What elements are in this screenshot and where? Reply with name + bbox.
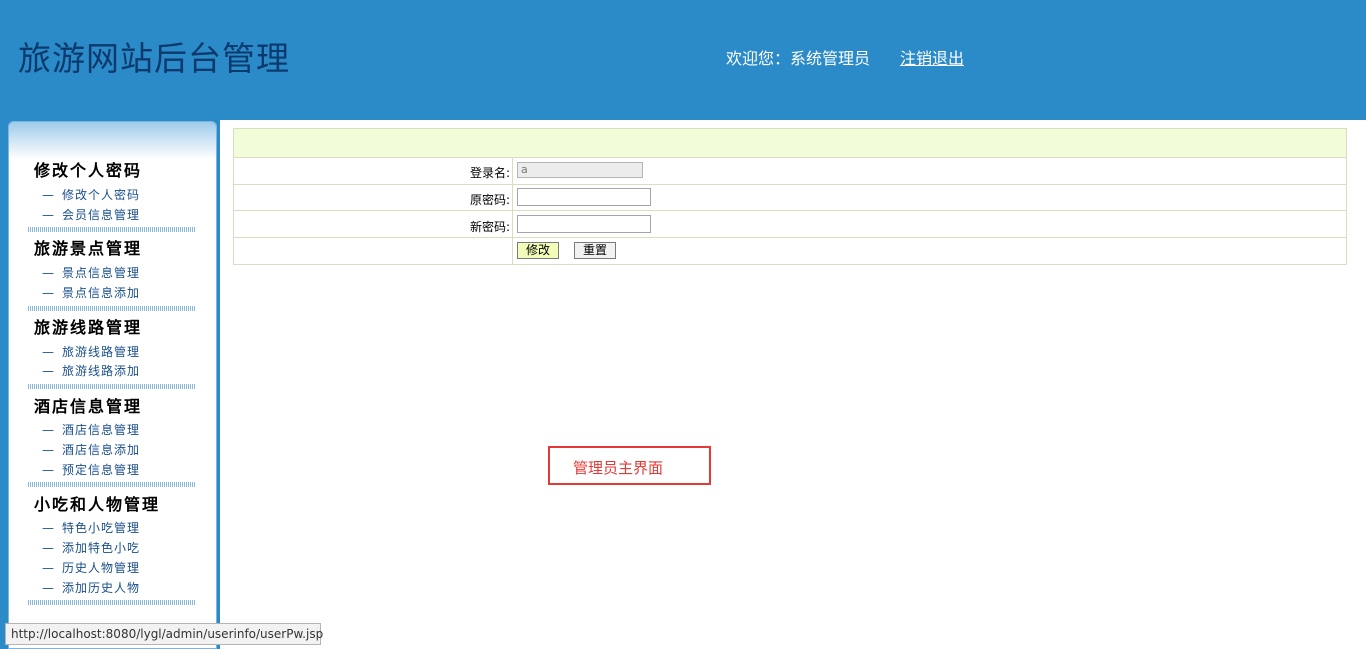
menu-group-title-password: 修改个人密码	[34, 161, 143, 180]
reset-button[interactable]: 重置	[574, 242, 616, 259]
menu-item-route-management[interactable]: — 旅游线路管理	[42, 343, 140, 360]
menu-divider	[28, 227, 195, 232]
new-password-label: 新密码:	[469, 220, 510, 234]
sidebar: 修改个人密码 — 修改个人密码 — 会员信息管理 旅游景点管理 — 景点信息管理 — 景…	[8, 121, 217, 649]
menu-item-label: 酒店信息管理	[62, 423, 141, 437]
menu-item-dash: —	[42, 364, 55, 378]
menu-item-label: 景点信息管理	[62, 266, 141, 280]
menu-item-figure-management[interactable]: — 历史人物管理	[42, 559, 140, 576]
menu-item-dash: —	[42, 521, 55, 535]
column-divider	[512, 157, 513, 264]
welcome-text: 欢迎您：系统管理员	[726, 49, 871, 68]
menu-item-label: 旅游线路管理	[62, 345, 141, 359]
menu-group-title-snacks-people: 小吃和人物管理	[34, 495, 161, 514]
submit-button[interactable]: 修改	[517, 242, 559, 259]
menu-divider	[28, 482, 195, 487]
menu-item-figure-add[interactable]: — 添加历史人物	[42, 579, 140, 596]
menu-item-label: 旅游线路添加	[62, 364, 141, 378]
menu-item-dash: —	[42, 561, 55, 575]
caption-text: 管理员主界面	[573, 459, 664, 477]
menu-item-label: 景点信息添加	[62, 286, 141, 300]
menu-item-label: 添加特色小吃	[62, 541, 141, 555]
header: 旅游网站后台管理 欢迎您：系统管理员 注销退出	[0, 0, 1366, 120]
menu-item-attraction-management[interactable]: — 景点信息管理	[42, 264, 140, 281]
form-header	[234, 129, 1346, 158]
menu-item-hotel-add[interactable]: — 酒店信息添加	[42, 441, 140, 458]
menu-divider	[28, 600, 195, 605]
menu-item-label: 酒店信息添加	[62, 443, 141, 457]
menu-item-dash: —	[42, 581, 55, 595]
menu-item-dash: —	[42, 188, 55, 202]
menu-item-snack-management[interactable]: — 特色小吃管理	[42, 519, 140, 536]
menu-item-label: 特色小吃管理	[62, 521, 141, 535]
menu-group-title-attractions: 旅游景点管理	[34, 239, 143, 258]
menu-item-dash: —	[42, 423, 55, 437]
menu-item-hotel-management[interactable]: — 酒店信息管理	[42, 421, 140, 438]
menu-item-member-management[interactable]: — 会员信息管理	[42, 206, 140, 223]
menu-item-dash: —	[42, 286, 55, 300]
menu-item-dash: —	[42, 208, 55, 222]
new-password-field[interactable]	[517, 215, 651, 233]
menu-item-label: 会员信息管理	[62, 208, 141, 222]
password-form: 登录名: a 原密码: 新密码: 修改 重置	[233, 128, 1347, 265]
menu-group-title-hotels: 酒店信息管理	[34, 397, 143, 416]
menu-group-title-routes: 旅游线路管理	[34, 318, 143, 337]
caption-box: 管理员主界面	[548, 446, 711, 485]
menu-item-route-add[interactable]: — 旅游线路添加	[42, 362, 140, 379]
row-divider	[234, 210, 1346, 211]
menu-item-dash: —	[42, 266, 55, 280]
menu-item-attraction-add[interactable]: — 景点信息添加	[42, 284, 140, 301]
menu-divider	[28, 306, 195, 311]
menu-item-label: 预定信息管理	[62, 463, 141, 477]
menu-item-label: 历史人物管理	[62, 561, 141, 575]
old-password-label: 原密码:	[469, 193, 510, 207]
menu-item-dash: —	[42, 345, 55, 359]
username-field: a	[517, 162, 643, 178]
menu-item-label: 添加历史人物	[62, 581, 141, 595]
old-password-field[interactable]	[517, 188, 651, 206]
menu-item-change-password[interactable]: — 修改个人密码	[42, 186, 140, 203]
logout-link[interactable]: 注销退出	[900, 45, 964, 69]
menu-item-booking-management[interactable]: — 预定信息管理	[42, 461, 140, 478]
menu-item-label: 修改个人密码	[62, 188, 141, 202]
username-label: 登录名:	[469, 166, 510, 180]
row-divider	[234, 184, 1346, 185]
row-divider	[234, 237, 1346, 238]
site-title: 旅游网站后台管理	[18, 39, 290, 78]
menu-divider	[28, 384, 195, 389]
menu-item-dash: —	[42, 463, 55, 477]
menu-item-dash: —	[42, 443, 55, 457]
status-bar-url: http://localhost:8080/lygl/admin/userinf…	[5, 623, 323, 645]
menu-item-snack-add[interactable]: — 添加特色小吃	[42, 539, 140, 556]
menu-item-dash: —	[42, 541, 55, 555]
